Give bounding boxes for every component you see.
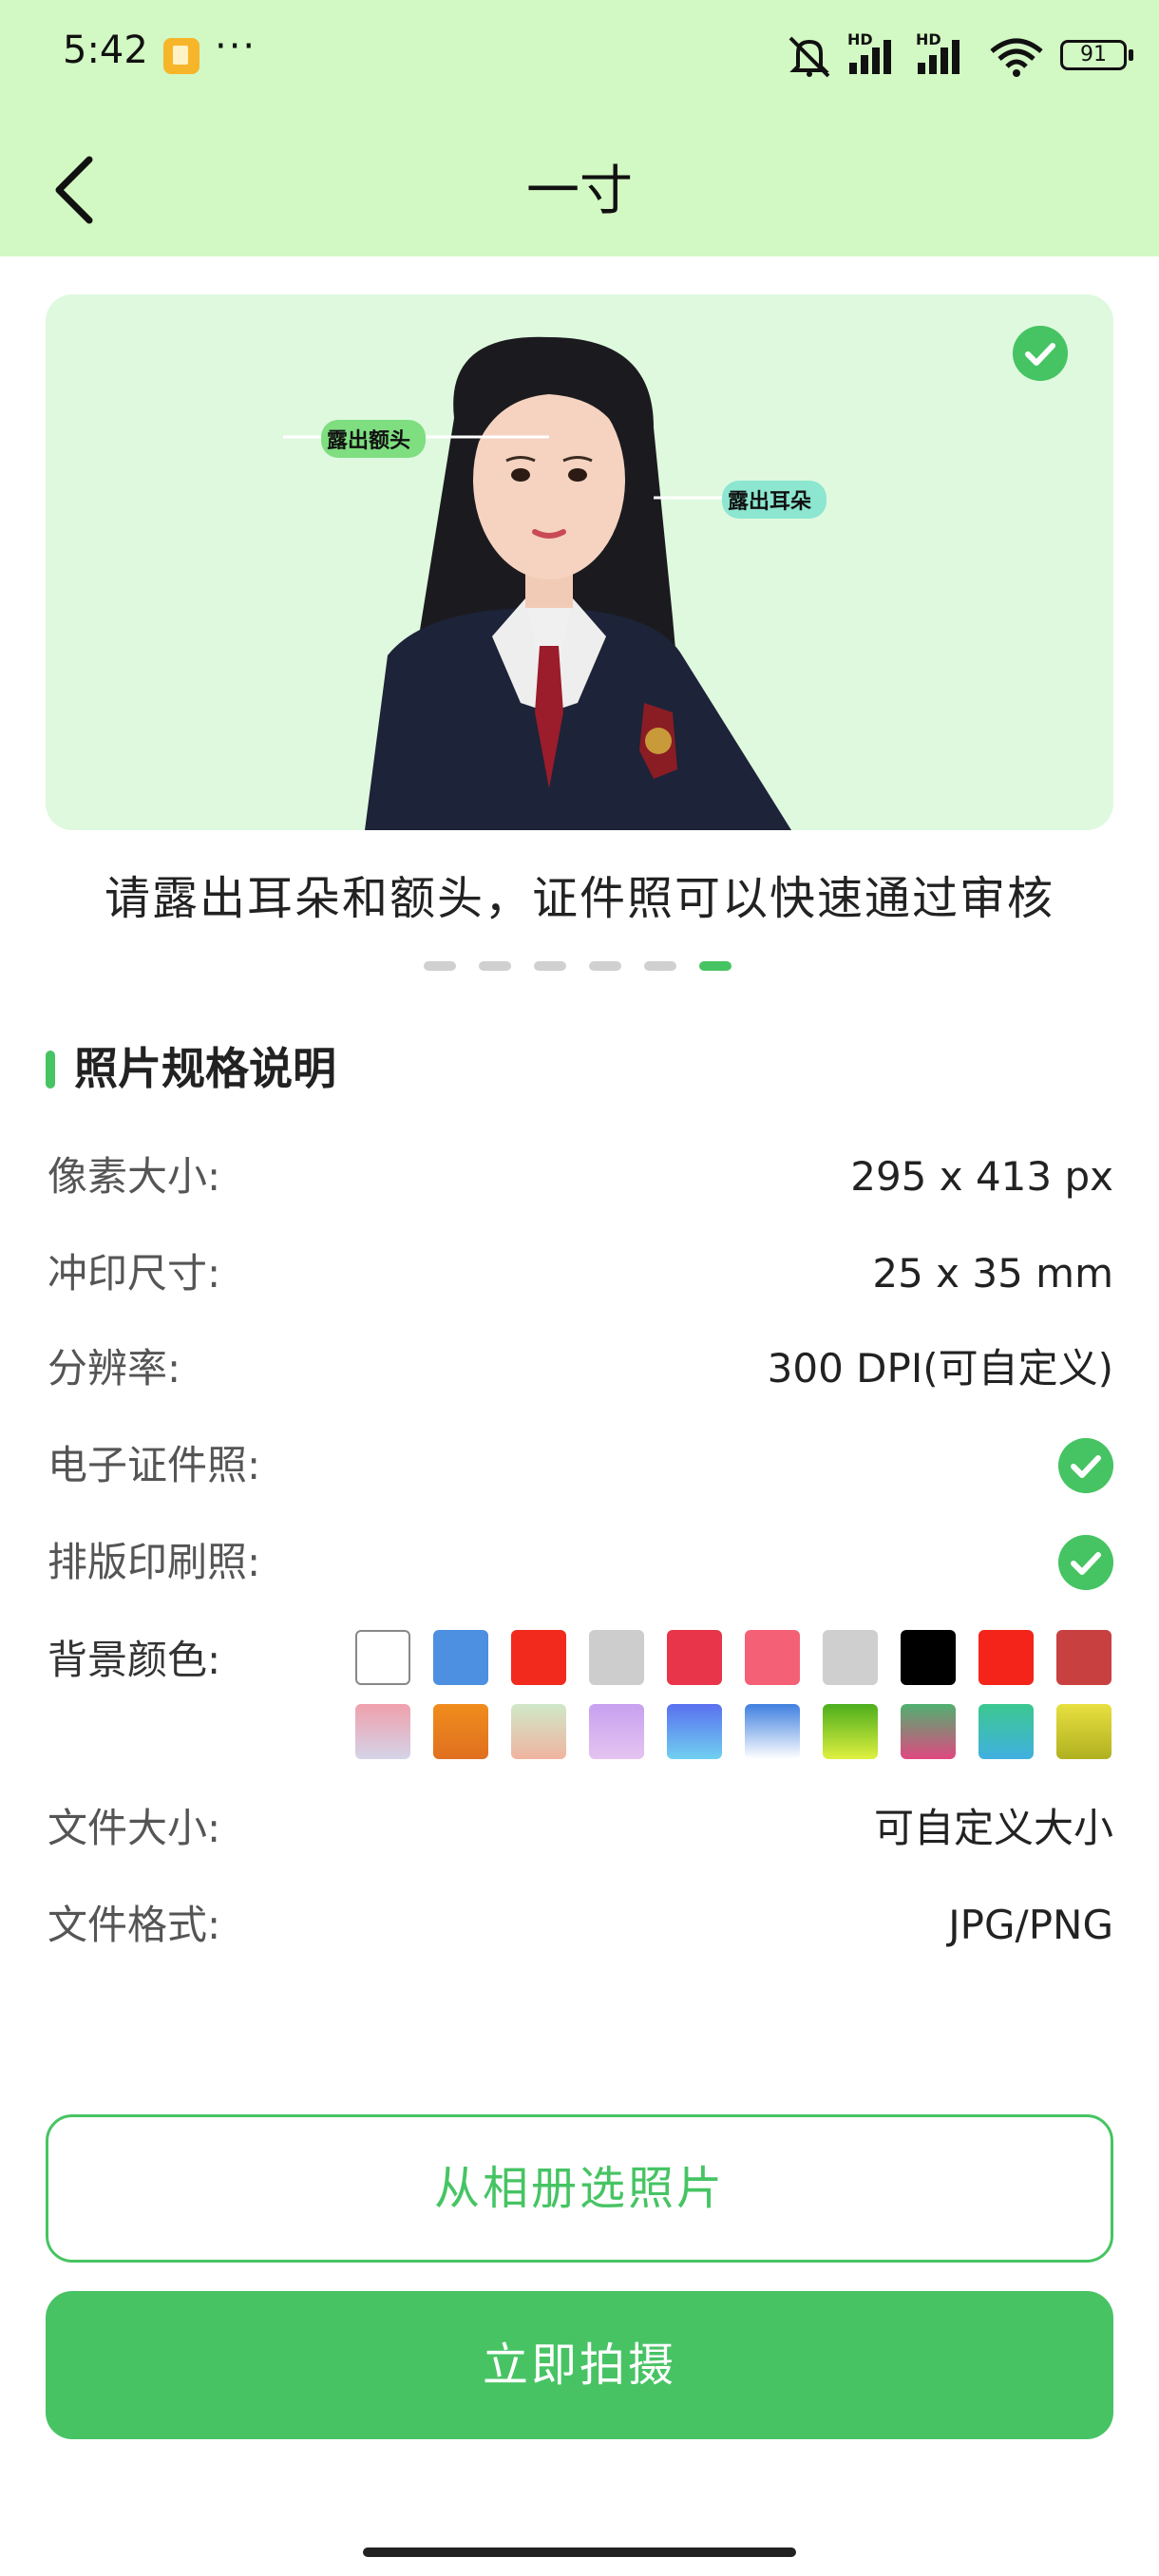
section-title: 照片规格说明 (46, 1037, 336, 1100)
sample-photo-card: 露出额头 露出耳朵 (46, 294, 1113, 830)
carousel-dot[interactable] (644, 961, 676, 971)
carousel-indicator (424, 961, 732, 973)
hint-text: 请露出耳朵和额头，证件照可以快速通过审核 (104, 872, 1054, 925)
spec-label: 像素大小: (48, 1153, 221, 1200)
background-color-label: 背景颜色: (48, 1637, 221, 1683)
color-swatch[interactable] (1056, 1630, 1112, 1685)
color-swatch[interactable] (823, 1704, 878, 1759)
color-swatch[interactable] (978, 1704, 1034, 1759)
color-swatch[interactable] (589, 1630, 644, 1685)
spec-row-format: 文件格式: JPG/PNG (48, 1892, 1113, 1959)
selected-check-icon (1013, 326, 1068, 381)
color-swatch[interactable] (667, 1630, 722, 1685)
color-swatch[interactable] (901, 1630, 956, 1685)
tag-ears: 露出耳朵 (728, 490, 812, 514)
color-swatch[interactable] (433, 1630, 488, 1685)
color-swatch[interactable] (978, 1630, 1034, 1685)
spec-row-pixel: 像素大小: 295 x 413 px (48, 1144, 1113, 1210)
spec-value: 可自定义大小 (873, 1805, 1113, 1851)
tag-forehead: 露出额头 (327, 429, 411, 453)
select-from-album-button[interactable]: 从相册选照片 (46, 2114, 1113, 2263)
spec-label: 冲印尺寸: (48, 1250, 221, 1297)
spec-label: 分辨率: (48, 1345, 181, 1392)
color-swatch[interactable] (745, 1704, 800, 1759)
spec-label: 文件格式: (48, 1902, 221, 1948)
color-swatch[interactable] (1056, 1704, 1112, 1759)
carousel-dot[interactable] (534, 961, 566, 971)
page-title: 一寸 (526, 161, 633, 222)
color-swatch[interactable] (433, 1704, 488, 1759)
mute-icon (788, 36, 830, 78)
spec-row-digital: 电子证件照: (48, 1432, 1113, 1499)
battery-icon: 91 (1060, 40, 1133, 70)
color-swatch[interactable] (667, 1704, 722, 1759)
color-swatch[interactable] (355, 1630, 410, 1685)
status-time: 5:42 (63, 28, 148, 72)
carousel-dot-active[interactable] (699, 961, 732, 971)
spec-label: 排版印刷照: (48, 1539, 261, 1585)
status-bar: 5:42 ··· HD HD 91 (0, 0, 1159, 112)
notification-app-icon (163, 38, 200, 74)
spec-row-dpi: 分辨率: 300 DPI(可自定义) (48, 1335, 1113, 1402)
take-photo-button[interactable]: 立即拍摄 (46, 2291, 1113, 2439)
wifi-icon (990, 38, 1043, 77)
spec-value: 300 DPI(可自定义) (767, 1345, 1113, 1392)
carousel-dot[interactable] (479, 961, 511, 971)
signal-icon-2 (918, 40, 960, 74)
carousel-dot[interactable] (424, 961, 456, 971)
check-icon (1058, 1535, 1113, 1590)
spec-label: 电子证件照: (48, 1442, 261, 1488)
check-icon (1058, 1438, 1113, 1493)
color-swatch[interactable] (589, 1704, 644, 1759)
signal-icon-1 (849, 40, 891, 74)
spec-value: JPG/PNG (948, 1902, 1113, 1948)
spec-value: 295 x 413 px (850, 1153, 1113, 1200)
background-color-swatches (355, 1630, 1113, 1759)
sample-portrait (283, 336, 826, 830)
carousel-dot[interactable] (589, 961, 621, 971)
home-indicator[interactable] (363, 2548, 796, 2557)
more-notifications-icon: ··· (215, 25, 257, 68)
color-swatch[interactable] (355, 1704, 410, 1759)
color-swatch[interactable] (511, 1704, 566, 1759)
color-swatch[interactable] (745, 1630, 800, 1685)
color-swatch[interactable] (901, 1704, 956, 1759)
spec-row-print: 冲印尺寸: 25 x 35 mm (48, 1241, 1113, 1307)
color-swatch[interactable] (511, 1630, 566, 1685)
spec-label: 文件大小: (48, 1805, 221, 1851)
spec-value: 25 x 35 mm (872, 1250, 1113, 1297)
color-swatch[interactable] (823, 1630, 878, 1685)
spec-row-filesize: 文件大小: 可自定义大小 (48, 1795, 1113, 1862)
spec-row-layout: 排版印刷照: (48, 1529, 1113, 1596)
